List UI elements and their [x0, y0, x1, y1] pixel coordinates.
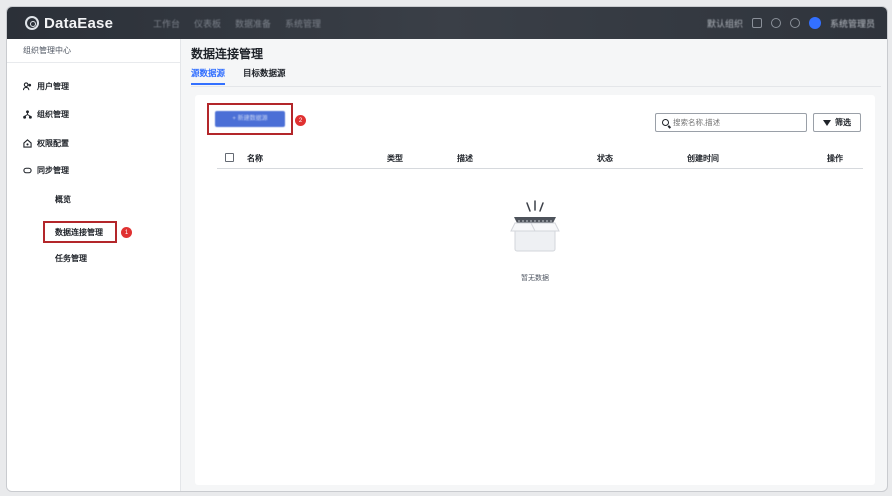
tab-bar: 源数据源 目标数据源 — [191, 67, 286, 85]
org-icon — [23, 110, 32, 119]
column-header[interactable]: 状态 — [597, 153, 613, 164]
topnav-item[interactable]: 工作台 — [153, 17, 180, 30]
search-box[interactable] — [655, 113, 807, 132]
sidebar-item-label: 用户管理 — [37, 82, 69, 91]
filter-button[interactable]: 筛选 — [813, 113, 861, 132]
lock-icon — [23, 139, 32, 148]
top-nav: 工作台 仪表板 数据准备 系统管理 — [153, 17, 321, 30]
tab-source[interactable]: 源数据源 — [191, 67, 226, 85]
sync-icon — [23, 167, 32, 174]
download-icon[interactable] — [751, 18, 762, 28]
topnav-item[interactable]: 仪表板 — [194, 17, 221, 30]
table-header: 名称 类型 描述 状态 创建时间 操作 — [217, 147, 863, 169]
sidebar-item-permission[interactable]: 权限配置 — [23, 138, 69, 149]
column-header[interactable]: 创建时间 — [687, 153, 719, 164]
filter-label: 筛选 — [835, 118, 851, 127]
app-logo[interactable]: DataEase — [7, 15, 137, 32]
content-panel: + 新建数据源 2 筛选 名称 类型 描述 状态 创建时间 操作 — [195, 95, 875, 485]
sidebar-subitem-overview[interactable]: 概览 — [55, 194, 71, 205]
sidebar-item-label: 组织管理 — [37, 110, 69, 119]
new-datasource-button[interactable]: + 新建数据源 — [215, 111, 285, 127]
app-window: DataEase 工作台 仪表板 数据准备 系统管理 默认组织 系统管理员 组织… — [6, 6, 888, 492]
topnav-item[interactable]: 数据准备 — [235, 17, 271, 30]
search-icon — [662, 119, 669, 126]
logo-text: DataEase — [44, 14, 114, 32]
avatar[interactable] — [808, 17, 821, 29]
sidebar-item-label: 同步管理 — [37, 166, 69, 175]
logo-icon — [25, 16, 39, 30]
sidebar-header: 组织管理中心 — [7, 39, 180, 63]
users-icon — [23, 82, 32, 91]
topnav-item[interactable]: 系统管理 — [285, 17, 321, 30]
annotation-badge: 1 — [121, 227, 132, 238]
org-switcher[interactable]: 默认组织 — [707, 17, 743, 30]
select-all-checkbox[interactable] — [225, 153, 234, 162]
settings-icon[interactable] — [789, 18, 800, 28]
user-menu[interactable]: 系统管理员 — [830, 17, 875, 30]
page-title: 数据连接管理 — [191, 47, 264, 61]
tab-target[interactable]: 目标数据源 — [243, 67, 286, 85]
column-header[interactable]: 描述 — [457, 153, 473, 164]
sidebar-subitem-tasks[interactable]: 任务管理 — [55, 253, 87, 264]
column-header[interactable]: 类型 — [387, 153, 403, 164]
filter-icon — [823, 119, 831, 126]
column-header[interactable]: 名称 — [247, 153, 263, 164]
sidebar-item-label: 权限配置 — [37, 139, 69, 148]
highlight-box: + 新建数据源 — [207, 103, 293, 135]
top-bar: DataEase 工作台 仪表板 数据准备 系统管理 默认组织 系统管理员 — [7, 7, 887, 39]
empty-state: 暂无数据 — [495, 195, 575, 283]
annotation-badge: 2 — [295, 115, 306, 126]
top-right-tools: 默认组织 系统管理员 — [707, 17, 887, 30]
sidebar-item-users[interactable]: 用户管理 — [23, 81, 69, 92]
empty-box-icon — [510, 200, 560, 252]
sidebar-subitem-label: 数据连接管理 — [55, 227, 103, 237]
sidebar: 组织管理中心 用户管理 组织管理 权限配置 同步管理 概览 数据连接管理 1 任… — [7, 39, 181, 491]
help-icon[interactable] — [770, 18, 781, 28]
tab-divider — [191, 86, 881, 87]
empty-text: 暂无数据 — [521, 275, 549, 282]
sidebar-subitem-datasource[interactable]: 数据连接管理 — [43, 221, 117, 243]
search-input[interactable] — [673, 118, 793, 127]
sidebar-item-org[interactable]: 组织管理 — [23, 109, 69, 120]
column-header: 操作 — [827, 154, 843, 163]
sidebar-item-sync[interactable]: 同步管理 — [23, 165, 69, 176]
